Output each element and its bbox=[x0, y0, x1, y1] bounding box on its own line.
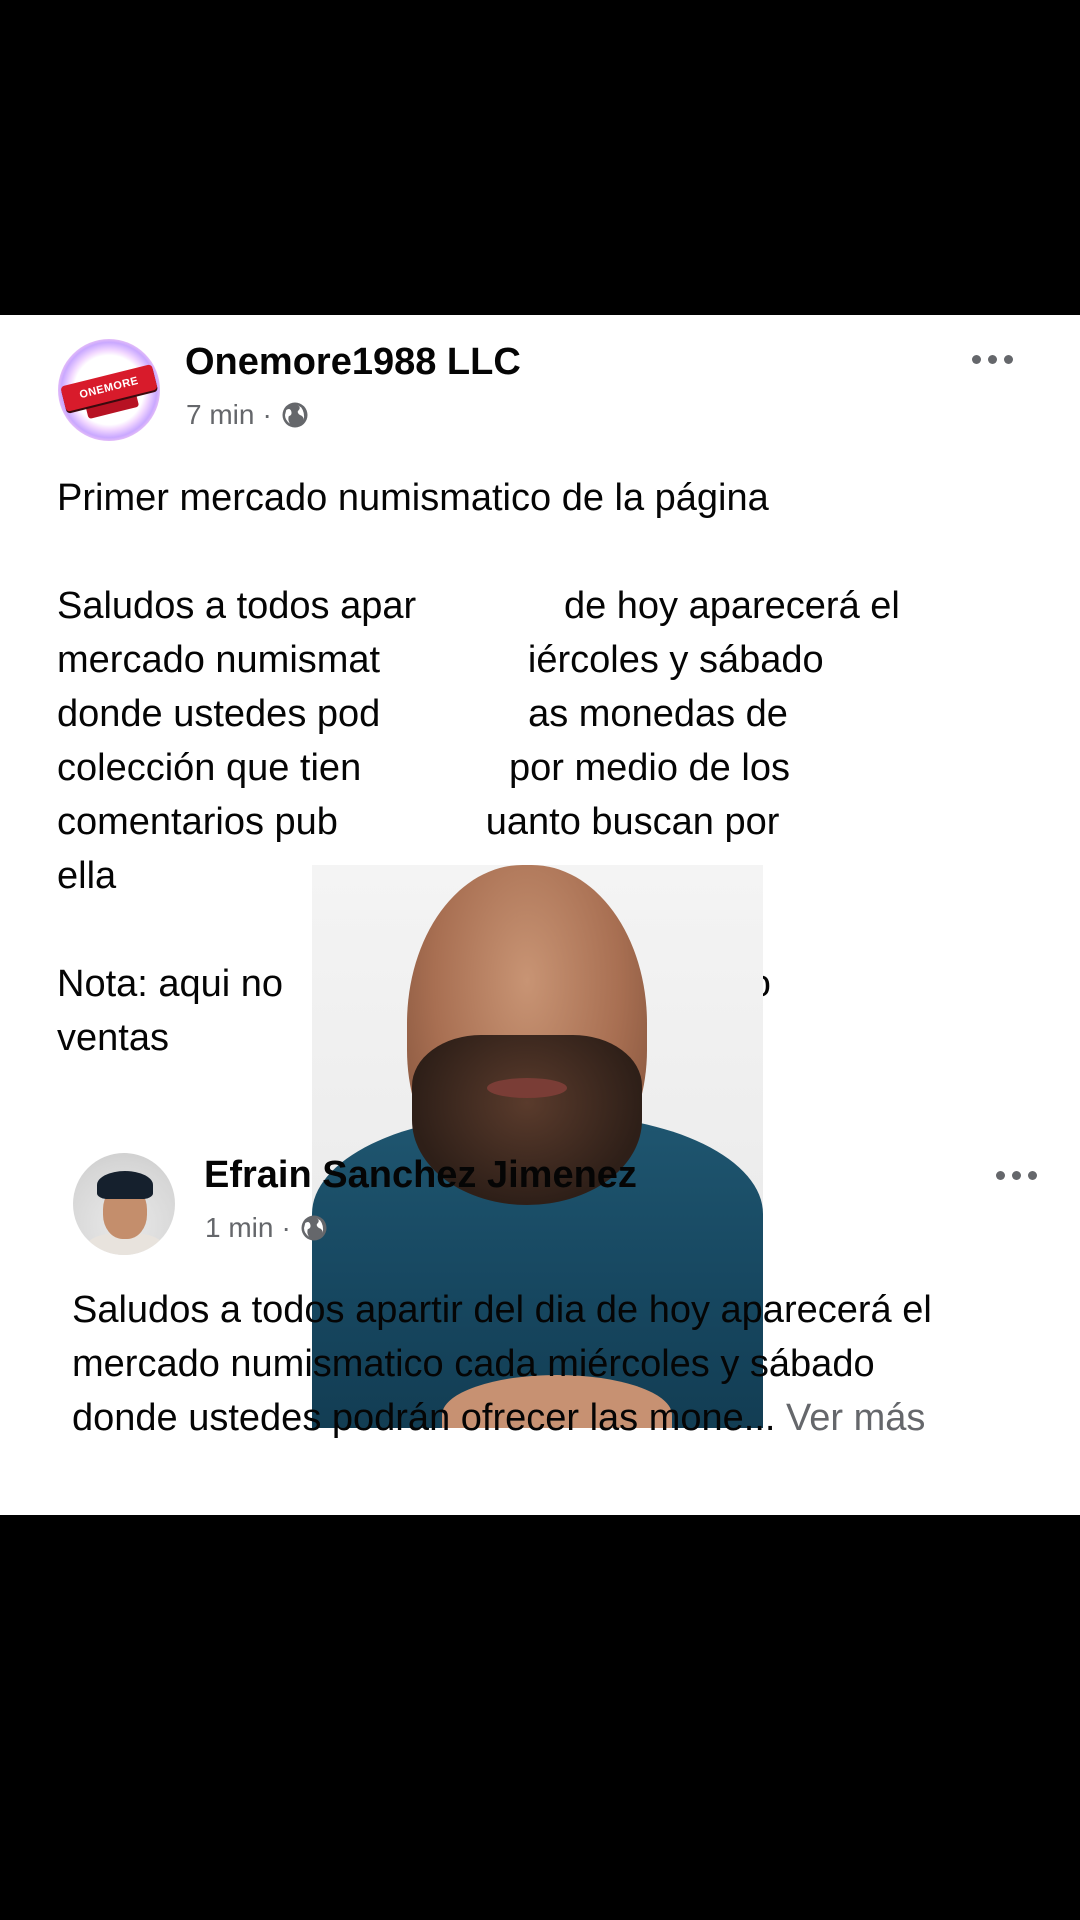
page-avatar[interactable]: ONEMORE bbox=[58, 339, 160, 441]
comment-time[interactable]: 1 min bbox=[205, 1212, 273, 1244]
more-horizontal-icon bbox=[996, 1171, 1005, 1180]
comment-meta: 1 min · bbox=[205, 1212, 329, 1244]
meta-separator: · bbox=[281, 1212, 291, 1243]
comment-text: Saludos a todos apartir del dia de hoy a… bbox=[72, 1283, 1062, 1445]
globe-icon bbox=[301, 1215, 327, 1241]
comment-author[interactable]: Efrain Sanchez Jimenez bbox=[204, 1154, 637, 1197]
comment-avatar[interactable] bbox=[73, 1153, 175, 1255]
post-author[interactable]: Onemore1988 LLC bbox=[185, 341, 521, 384]
meta-separator: · bbox=[262, 399, 272, 430]
post-meta: 7 min · bbox=[186, 399, 310, 431]
globe-icon bbox=[282, 402, 308, 428]
post-time[interactable]: 7 min bbox=[186, 399, 254, 431]
post-card: ONEMORE Onemore1988 LLC 7 min · Primer m… bbox=[0, 315, 1080, 1515]
more-horizontal-icon bbox=[972, 355, 981, 364]
comment-more-button[interactable] bbox=[996, 1171, 1037, 1180]
post-more-button[interactable] bbox=[972, 355, 1013, 364]
avatar-cap bbox=[97, 1171, 153, 1199]
see-more-link[interactable]: Ver más bbox=[786, 1397, 925, 1439]
mouth bbox=[487, 1078, 567, 1098]
